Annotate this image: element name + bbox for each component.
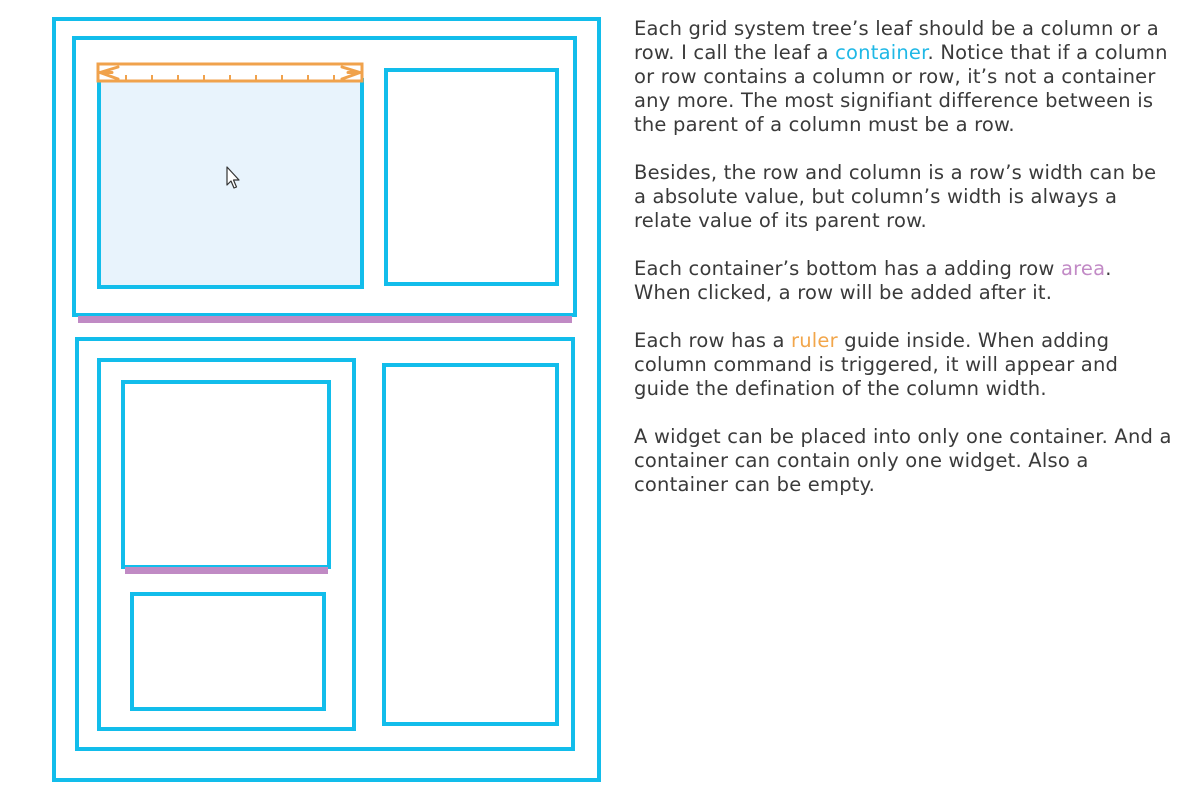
nested-lower-container[interactable]	[130, 592, 326, 711]
paragraph-widget: A widget can be placed into only one con…	[634, 425, 1174, 497]
paragraph-text: Each row has a	[634, 329, 792, 352]
add-row-area-nested[interactable]	[125, 567, 328, 574]
highlight-area: area	[1060, 257, 1106, 280]
nested-upper-container[interactable]	[121, 380, 331, 569]
bottom-left-column-box	[97, 358, 356, 731]
paragraph-text: Each container’s bottom has a adding row	[634, 257, 1061, 280]
paragraph-area: Each container’s bottom has a adding row…	[634, 257, 1174, 305]
paragraph-text: A widget can be placed into only one con…	[634, 425, 1172, 496]
top-right-container[interactable]	[384, 68, 559, 286]
paragraph-ruler: Each row has a ruler guide inside. When …	[634, 329, 1174, 401]
add-row-area-top[interactable]	[78, 316, 572, 323]
paragraph-containers: Each grid system tree’s leaf should be a…	[634, 17, 1174, 137]
highlight-container: container	[835, 41, 928, 64]
selected-container[interactable]	[97, 78, 364, 289]
bottom-right-container[interactable]	[382, 363, 559, 726]
explanation-text: Each grid system tree’s leaf should be a…	[634, 17, 1174, 521]
highlight-ruler: ruler	[791, 329, 838, 352]
ruler-guide[interactable]	[96, 62, 364, 83]
paragraph-width: Besides, the row and column is a row’s w…	[634, 161, 1174, 233]
grid-diagram	[0, 0, 620, 800]
paragraph-text: Besides, the row and column is a row’s w…	[634, 161, 1157, 232]
grid-diagram-canvas	[52, 17, 601, 782]
